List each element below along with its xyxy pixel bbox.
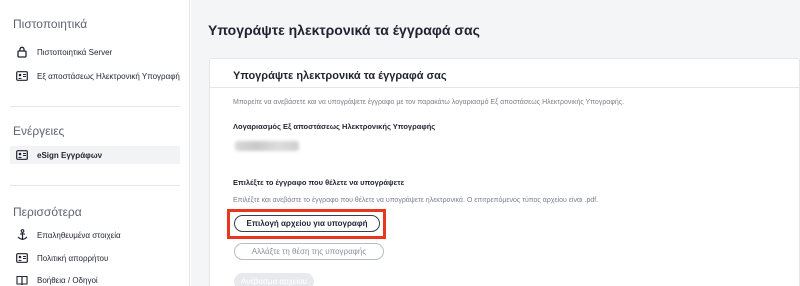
- sidebar-item-esign-documents[interactable]: eSign Εγγράφων: [10, 146, 180, 164]
- sidebar-item-server-certificates[interactable]: Πιστοποιητικά Server: [10, 43, 180, 61]
- choose-file-button[interactable]: Επιλογή αρχείου για υπογραφή: [234, 215, 380, 232]
- upload-file-button[interactable]: Ανέβασμα αρχείου: [234, 273, 314, 286]
- account-value-redacted: [235, 141, 299, 151]
- esign-card: Υπογράψτε ηλεκτρονικά τα έγγραφά σας Μπο…: [209, 58, 800, 286]
- sidebar-item-label: Επαληθευμένα στοιχεία: [37, 230, 121, 240]
- id-card-icon: [15, 69, 29, 83]
- sidebar-item-label: Βοήθεια / Οδηγοί: [37, 275, 98, 285]
- sidebar-item-verified-details[interactable]: Επαληθευμένα στοιχεία: [10, 226, 180, 244]
- card-title: Υπογράψτε ηλεκτρονικά τα έγγραφά σας: [233, 70, 447, 82]
- sidebar-item-label: Πιστοποιητικά Server: [37, 47, 113, 57]
- id-card-icon: [15, 251, 29, 265]
- section-title-actions: Ενέργειες: [13, 124, 65, 138]
- select-document-description: Επιλέξτε και ανεβάστε το έγγραφο που θέλ…: [233, 197, 599, 204]
- sidebar-divider: [10, 106, 180, 107]
- sidebar-item-label: eSign Εγγράφων: [37, 150, 103, 160]
- sidebar-item-label: Εξ αποστάσεως Ηλεκτρονική Υπογραφή: [37, 71, 180, 81]
- sidebar-item-privacy-policy[interactable]: Πολιτική απορρήτου: [10, 249, 180, 267]
- section-title-more: Περισσότερα: [13, 205, 82, 219]
- select-document-label: Επιλέξτε το έγγραφο που θέλετε να υπογρά…: [233, 178, 405, 187]
- page-title: Υπογράψτε ηλεκτρονικά τα έγγραφά σας: [208, 22, 480, 38]
- card-divider: [210, 87, 799, 88]
- intro-text: Μπορείτε να ανεβάσετε και να υπογράψετε …: [233, 99, 625, 106]
- main-content: Υπογράψτε ηλεκτρονικά τα έγγραφά σας Υπο…: [191, 0, 800, 286]
- sidebar-item-label: Πολιτική απορρήτου: [37, 253, 109, 263]
- account-label: Λογαριασμός Εξ αποστάσεως Ηλεκτρονικής Υ…: [233, 122, 436, 131]
- lock-icon: [15, 45, 29, 59]
- id-card-icon: [15, 148, 29, 162]
- book-icon: [15, 273, 29, 286]
- sidebar-divider: [10, 185, 180, 186]
- sidebar-item-remote-signature[interactable]: Εξ αποστάσεως Ηλεκτρονική Υπογραφή: [10, 67, 180, 85]
- sidebar-item-help-guides[interactable]: Βοήθεια / Οδηγοί: [10, 271, 180, 286]
- section-title-certificates: Πιστοποιητικά: [13, 17, 88, 31]
- anchor-icon: [15, 228, 29, 242]
- change-signature-position-button[interactable]: Αλλάξτε τη θέση της υπογραφής: [234, 243, 384, 260]
- sidebar: Πιστοποιητικά Πιστοποιητικά Server Εξ απ…: [0, 0, 190, 286]
